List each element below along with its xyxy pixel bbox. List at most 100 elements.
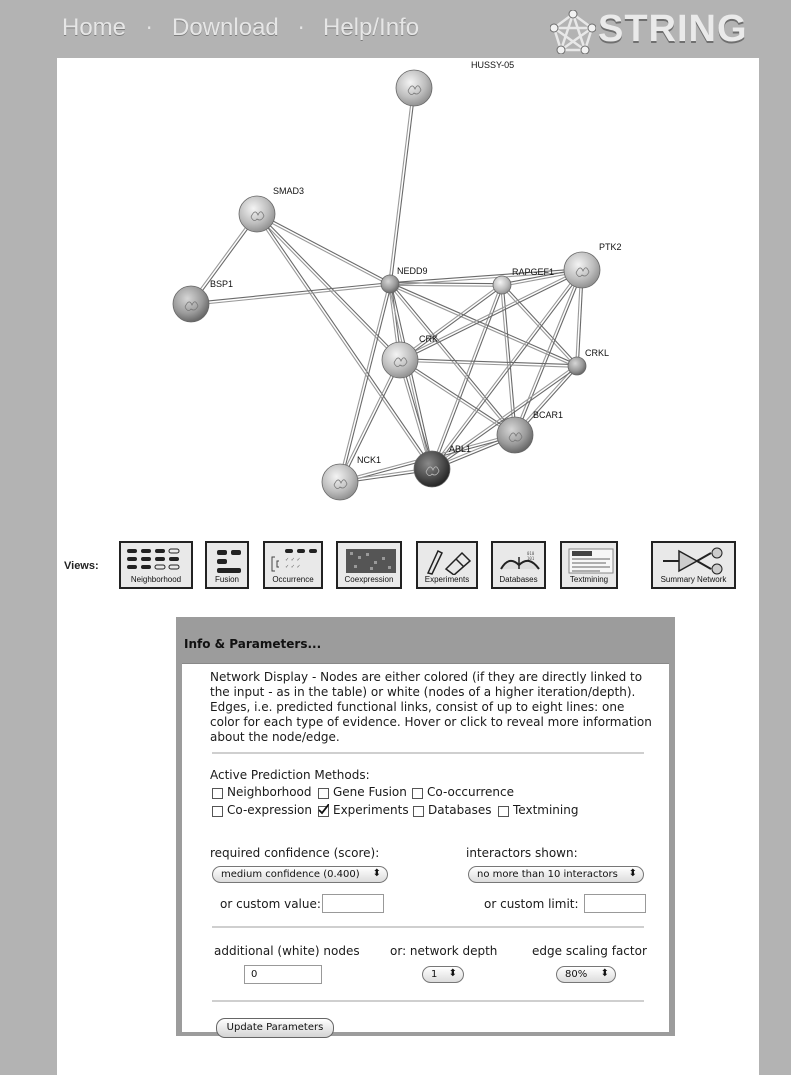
network-node-label: SMAD3 [273,186,304,196]
network-node[interactable]: CRKL [567,348,609,376]
confidence-select[interactable]: medium confidence (0.400) ⬍ [212,866,388,883]
network-node-sphere[interactable] [496,416,534,454]
view-experiments-button[interactable]: Experiments [416,541,478,589]
svg-text:101: 101 [527,556,535,561]
network-edge[interactable] [400,358,517,435]
view-button-label: Occurrence [272,575,314,584]
custom-value-label: or custom value: [220,897,321,911]
network-display-description: Network Display - Nodes are either color… [210,670,652,745]
page-frame: Home · Download · Help/Info STRING HUSSY… [0,0,791,1075]
string-logo-icon [550,10,596,54]
network-node-label: CRK [419,334,438,344]
network-edge[interactable] [502,283,579,366]
update-parameters-button[interactable]: Update Parameters [216,1018,334,1038]
network-node-sphere[interactable] [381,341,419,379]
network-node-sphere[interactable] [492,275,512,295]
summary-network-icon [663,547,723,575]
network-edge[interactable] [256,214,390,286]
description-line: about the node/edge. [210,730,340,744]
network-node-label: HUSSY-05 [471,60,514,70]
method-databases-checkbox[interactable] [413,806,424,817]
network-node[interactable]: CRK [381,334,438,379]
view-button-label: Coexpression [344,575,394,584]
panel-body: Network Display - Nodes are either color… [182,663,669,1038]
additional-nodes-input[interactable] [244,965,322,984]
network-node-sphere[interactable] [413,450,451,488]
view-summary-network-button[interactable]: Summary Network [651,541,736,589]
select-arrows-icon: ⬍ [600,968,609,979]
custom-value-input[interactable] [322,894,384,913]
view-button-label: Textmining [569,575,609,584]
network-edge[interactable] [390,88,416,285]
nav-download-link[interactable]: Download [172,14,279,42]
edge-scaling-select[interactable]: 80% ⬍ [556,966,616,983]
network-depth-select[interactable]: 1 ⬍ [422,966,464,983]
protein-network-graph[interactable]: HUSSY-05 SMAD3 BSP1 NEDD9 RAPGEF1 PTK2 CRK CRKL… [57,58,759,538]
method-co-expression-checkbox[interactable] [212,806,223,817]
view-fusion-button[interactable]: Fusion [205,541,249,589]
confidence-label: required confidence (score): [210,846,380,860]
network-edge[interactable] [338,283,390,482]
network-node-sphere[interactable] [567,356,587,376]
network-edge[interactable] [340,284,392,483]
view-databases-button[interactable]: 010 101 Databases [491,541,546,589]
network-node-sphere[interactable] [172,285,210,323]
view-button-label: Experiments [424,575,470,584]
databases-icon: 010101 [500,551,540,570]
network-edge[interactable] [400,270,583,362]
view-textmining-button[interactable]: Textmining [560,541,618,589]
method-label: Co-occurrence [427,785,514,799]
method-gene-fusion-checkbox[interactable] [318,788,329,799]
svg-text:✓ ✓ ✓: ✓ ✓ ✓ [285,564,301,570]
edge-scaling-value: 80% [565,969,588,980]
network-node-sphere[interactable] [563,251,601,289]
network-edge[interactable] [398,283,502,360]
info-parameters-panel: Info & Parameters... Network Display - N… [176,617,675,1038]
method-experiments-checkbox[interactable] [318,804,329,817]
nav-separator: · [298,16,305,40]
view-occurrence-button[interactable]: ✓ ✓ ✓ ✓ ✓ ✓ Occurrence [263,541,323,589]
network-node[interactable]: HUSSY-05 [395,60,514,107]
method-label: Experiments [333,803,409,817]
fusion-icon [217,550,241,573]
network-edge[interactable] [257,212,434,469]
network-edge[interactable] [388,87,414,284]
network-node-label: NCK1 [357,455,381,465]
description-line: color for each type of evidence. Hover o… [210,715,652,729]
network-node-sphere[interactable] [321,463,359,501]
interactors-select[interactable]: no more than 10 interactors ⬍ [468,866,644,883]
network-node[interactable]: PTK2 [563,242,622,289]
network-edge[interactable] [430,284,502,469]
network-edge[interactable] [389,284,502,287]
network-node[interactable]: SMAD3 [238,186,304,233]
method-co-occurrence-checkbox[interactable] [412,788,423,799]
views-label: Views: [64,560,99,572]
select-arrows-icon: ⬍ [372,868,381,879]
custom-limit-input[interactable] [584,894,646,913]
network-edge[interactable] [257,212,391,284]
method-textmining-checkbox[interactable] [498,806,509,817]
divider [212,752,644,754]
method-neighborhood-checkbox[interactable] [212,788,223,799]
view-neighborhood-button[interactable]: Neighborhood [119,541,193,589]
confidence-select-value: medium confidence (0.400) [221,869,360,880]
panel-title: Info & Parameters... [184,637,322,651]
view-coexpression-button[interactable]: Coexpression [336,541,402,589]
network-node-sphere[interactable] [380,274,400,294]
network-node-sphere[interactable] [238,195,276,233]
method-label: Co-expression [227,803,313,817]
network-node-label: NEDD9 [397,266,428,276]
select-arrows-icon: ⬍ [448,968,457,979]
nav-help-link[interactable]: Help/Info [323,14,419,42]
interactors-select-value: no more than 10 interactors [477,869,618,880]
network-depth-value: 1 [431,969,438,980]
method-label: Neighborhood [227,785,312,799]
coexpression-icon [346,549,396,573]
network-node-label: RAPGEF1 [512,267,554,277]
method-label: Databases [428,803,492,817]
textmining-icon [568,548,614,574]
network-node[interactable]: ABL1 [413,444,471,488]
nav-home-link[interactable]: Home [62,14,126,42]
network-node-sphere[interactable] [395,69,433,107]
divider [212,1000,644,1002]
